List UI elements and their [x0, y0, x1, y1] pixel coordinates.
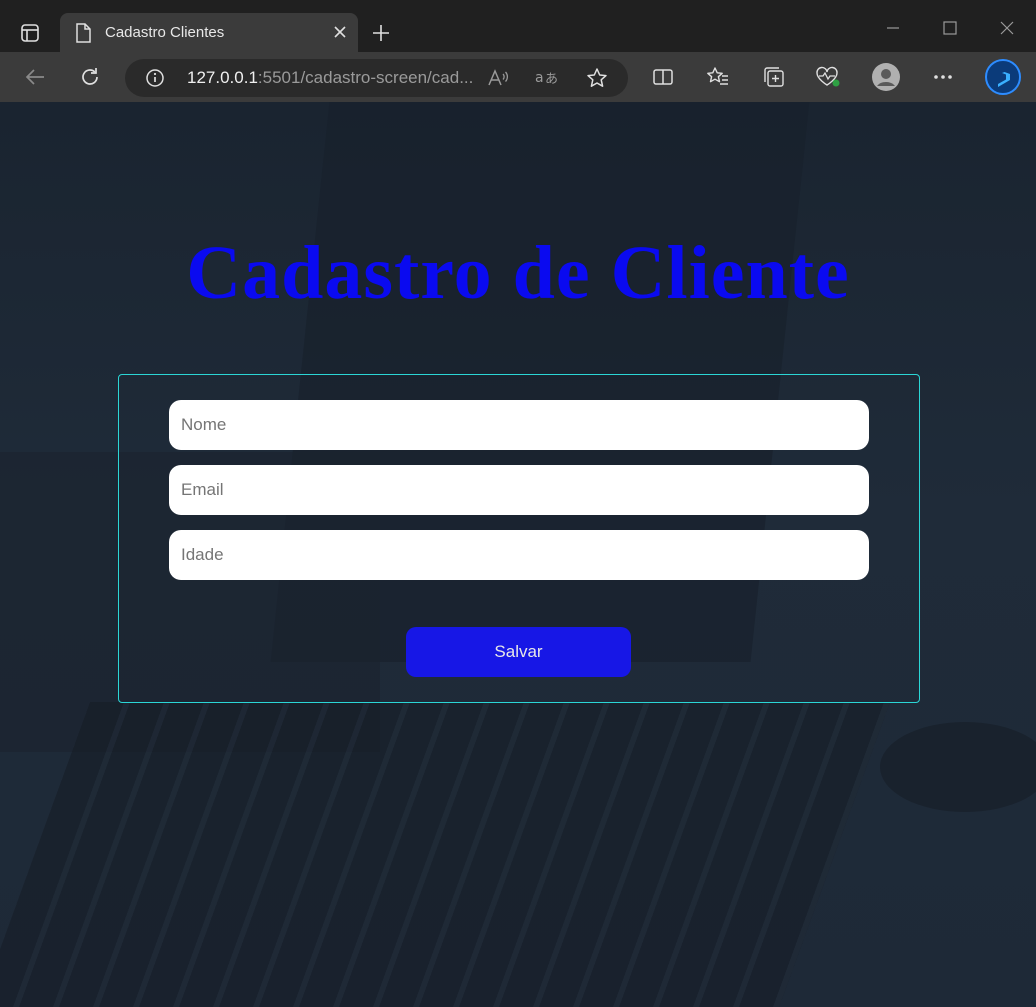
idade-input[interactable] — [169, 530, 869, 580]
refresh-icon[interactable] — [74, 62, 106, 92]
page-content: Cadastro de Cliente Salvar — [0, 102, 1036, 1007]
more-icon[interactable] — [927, 62, 959, 92]
svg-text:a: a — [535, 70, 544, 86]
address-bar[interactable]: 127.0.0.1:5501/cadastro-screen/cad... aあ — [125, 59, 628, 97]
browser-essentials-icon[interactable] — [812, 62, 844, 92]
favorite-star-icon[interactable] — [585, 67, 609, 89]
minimize-icon[interactable] — [881, 16, 905, 40]
page-title: Cadastro de Cliente — [186, 231, 850, 315]
page-icon — [74, 23, 92, 47]
save-button[interactable]: Salvar — [406, 627, 631, 677]
browser-titlebar: Cadastro Clientes — [0, 0, 1036, 53]
translate-icon[interactable]: aあ — [535, 67, 559, 89]
collections-icon[interactable] — [758, 62, 790, 92]
tab-title: Cadastro Clientes — [105, 24, 225, 41]
favorites-icon[interactable] — [702, 62, 734, 92]
close-icon[interactable] — [332, 24, 348, 44]
browser-tab[interactable]: Cadastro Clientes — [60, 13, 358, 53]
split-screen-icon[interactable] — [647, 62, 679, 92]
bing-icon[interactable] — [983, 57, 1023, 97]
maximize-icon[interactable] — [938, 16, 962, 40]
info-icon[interactable] — [145, 68, 165, 93]
browser-toolbar: 127.0.0.1:5501/cadastro-screen/cad... aあ — [0, 52, 1036, 102]
url-text[interactable]: 127.0.0.1:5501/cadastro-screen/cad... — [187, 68, 473, 88]
background-keyboard — [0, 702, 891, 1007]
email-input[interactable] — [169, 465, 869, 515]
url-host: 127.0.0.1 — [187, 68, 258, 87]
tab-actions-icon[interactable] — [16, 20, 44, 46]
close-window-icon[interactable] — [995, 16, 1019, 40]
url-path: :5501/cadastro-screen/cad... — [257, 68, 474, 87]
back-icon[interactable] — [19, 62, 51, 92]
svg-text:あ: あ — [545, 72, 558, 87]
nome-input[interactable] — [169, 400, 869, 450]
read-aloud-icon[interactable] — [486, 67, 510, 89]
background-mouse — [880, 722, 1036, 812]
plus-icon[interactable] — [368, 20, 394, 46]
profile-icon[interactable] — [870, 62, 902, 92]
client-form: Salvar — [118, 374, 920, 703]
